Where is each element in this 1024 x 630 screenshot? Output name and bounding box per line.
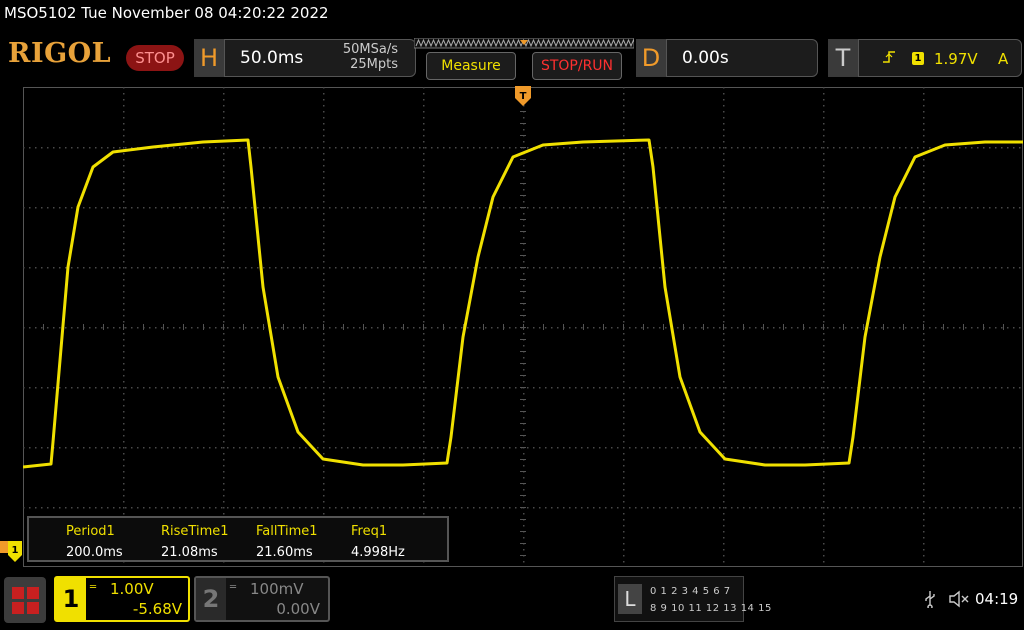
graticule	[23, 87, 1023, 567]
speaker-muted-icon[interactable]	[948, 590, 970, 612]
measure-header-falltime: FallTime1	[256, 524, 318, 539]
waveform-display[interactable]	[23, 87, 1023, 567]
logic-row-2: 8 9 10 11 12 13 14 15	[650, 603, 772, 614]
window-title: MSO5102 Tue November 08 04:20:22 2022	[4, 4, 329, 22]
measure-header-freq: Freq1	[351, 524, 388, 539]
ground-edge-marker	[0, 541, 8, 553]
trigger-marker[interactable]: T	[515, 86, 531, 110]
channel1-scale: 1.00V	[110, 580, 154, 598]
channel1-number: 1	[56, 578, 86, 620]
dc-coupling-icon: ═	[230, 582, 237, 593]
usb-icon	[924, 590, 936, 612]
brand-logo: RIGOL	[8, 38, 112, 69]
run-state-button[interactable]: STOP	[126, 45, 184, 71]
channel1-offset: -5.68V	[132, 600, 182, 618]
channel2-number: 2	[196, 578, 226, 620]
measure-header-period: Period1	[66, 524, 115, 539]
rising-edge-icon	[882, 49, 896, 69]
logic-row-1: 0 1 2 3 4 5 6 7	[650, 586, 731, 597]
channel1-ground-marker[interactable]: 1	[8, 541, 22, 563]
trigger-menu-button[interactable]: T	[828, 39, 858, 77]
measure-value-falltime: 21.60ms	[256, 545, 313, 560]
svg-text:1: 1	[12, 545, 19, 556]
delay-menu-button[interactable]: D	[636, 39, 666, 77]
trigger-level: 1.97V	[934, 50, 978, 68]
stop-run-button[interactable]: STOP/RUN	[532, 52, 622, 80]
clock: 04:19	[975, 590, 1019, 608]
logic-letter: L	[618, 584, 642, 614]
measure-value-risetime: 21.08ms	[161, 545, 218, 560]
trigger-source-badge: 1	[912, 52, 924, 65]
memory-position-bar	[414, 38, 634, 49]
channel2-scale: 100mV	[250, 580, 304, 598]
main-menu-button[interactable]	[4, 577, 46, 623]
timebase-value: 50.0ms	[240, 48, 304, 68]
measure-value-period: 200.0ms	[66, 545, 123, 560]
measure-value-freq: 4.998Hz	[351, 545, 405, 560]
sample-rate: 50MSa/s	[342, 42, 398, 57]
svg-text:T: T	[520, 91, 527, 102]
delay-value: 0.00s	[682, 48, 729, 68]
measure-button[interactable]: Measure	[426, 52, 516, 80]
measure-header-risetime: RiseTime1	[161, 524, 229, 539]
memory-depth: 25Mpts	[350, 57, 398, 72]
trigger-mode: A	[998, 50, 1009, 68]
horizontal-menu-button[interactable]: H	[194, 39, 224, 77]
channel2-offset: 0.00V	[276, 600, 320, 618]
sample-info: 50MSa/s 25Mpts	[330, 42, 398, 72]
dc-coupling-icon: ═	[90, 582, 97, 593]
